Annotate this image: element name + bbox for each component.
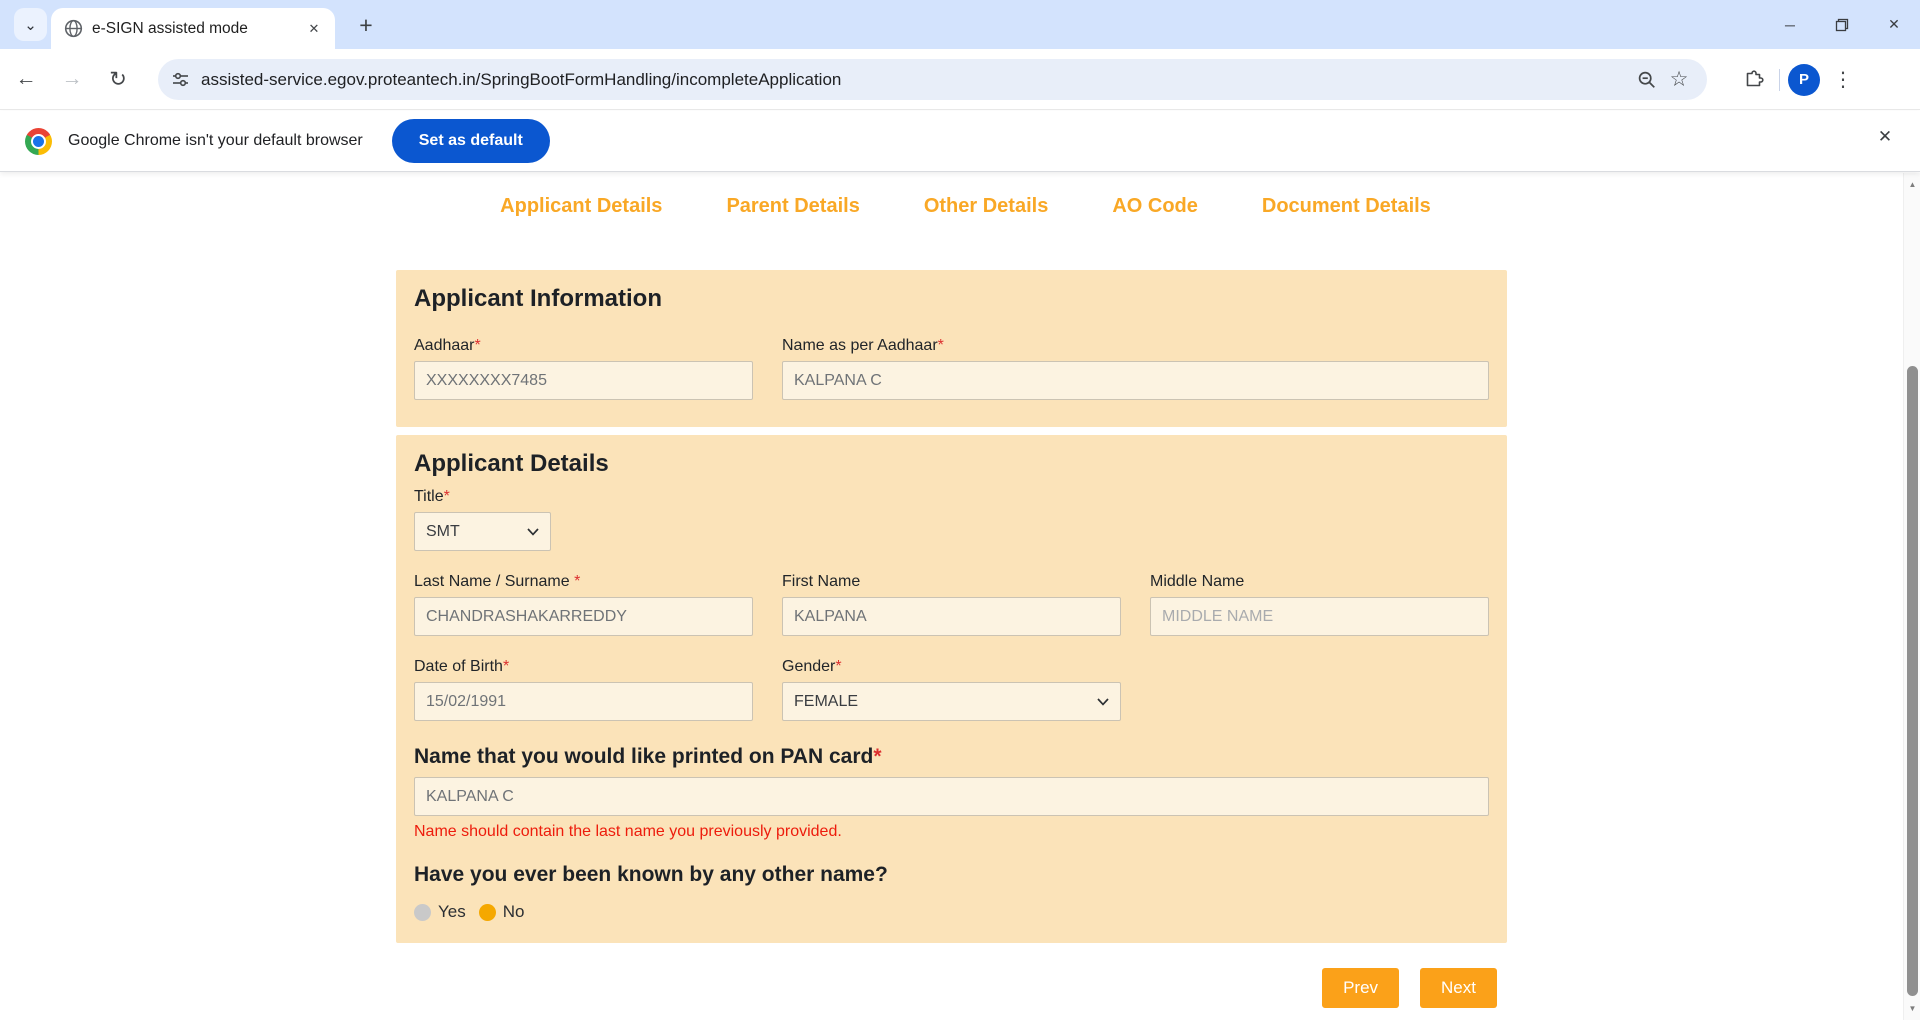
last-name-field-group: Last Name / Surname *: [414, 573, 753, 636]
first-name-input[interactable]: [782, 597, 1121, 636]
set-as-default-button[interactable]: Set as default: [392, 119, 550, 163]
next-button[interactable]: Next: [1420, 968, 1497, 1008]
tab-close-icon[interactable]: ✕: [303, 18, 325, 40]
browser-tab[interactable]: e-SIGN assisted mode ✕: [51, 8, 335, 49]
required-asterisk: *: [938, 337, 944, 354]
pan-name-input[interactable]: [414, 777, 1489, 816]
required-asterisk: *: [503, 658, 509, 675]
zoom-icon[interactable]: [1631, 64, 1663, 96]
forward-icon[interactable]: →: [52, 59, 92, 99]
gender-label: Gender*: [782, 658, 1121, 676]
gender-field-group: Gender* FEMALE: [782, 658, 1121, 721]
dob-field-group: Date of Birth*: [414, 658, 753, 721]
prev-button[interactable]: Prev: [1322, 968, 1399, 1008]
last-name-label: Last Name / Surname *: [414, 573, 753, 591]
toolbar-right: P ⋮: [1737, 59, 1858, 100]
page-content: Applicant Details Parent Details Other D…: [0, 173, 1903, 1020]
tab-document-details[interactable]: Document Details: [1262, 195, 1431, 218]
window-close-icon[interactable]: ✕: [1868, 0, 1920, 49]
chevron-down-icon: [527, 523, 539, 541]
title-select-value: SMT: [426, 523, 460, 541]
tab-title: e-SIGN assisted mode: [92, 20, 303, 38]
radio-no-label: No: [503, 902, 525, 922]
required-asterisk: *: [873, 745, 881, 768]
required-asterisk: *: [444, 488, 450, 505]
applicant-details-heading: Applicant Details: [414, 450, 1489, 478]
last-name-input[interactable]: [414, 597, 753, 636]
required-asterisk: *: [835, 658, 841, 675]
scroll-up-icon[interactable]: ▲: [1904, 176, 1920, 193]
aadhaar-label: Aadhaar*: [414, 337, 753, 355]
applicant-information-card: Applicant Information Aadhaar* Name as p…: [396, 270, 1507, 427]
dob-label: Date of Birth*: [414, 658, 753, 676]
extensions-icon[interactable]: [1737, 63, 1771, 97]
dob-input[interactable]: [414, 682, 753, 721]
other-name-question: Have you ever been known by any other na…: [414, 863, 1489, 887]
browser-toolbar: ← → ↻ assisted-service.egov.proteantech.…: [0, 49, 1920, 110]
aadhaar-name-field-group: Name as per Aadhaar*: [782, 337, 1489, 400]
site-settings-icon[interactable]: [172, 71, 189, 88]
bookmark-star-icon[interactable]: ☆: [1663, 64, 1695, 96]
globe-icon: [64, 19, 83, 38]
profile-avatar[interactable]: P: [1788, 64, 1820, 96]
gender-select-value: FEMALE: [794, 693, 858, 711]
reload-icon[interactable]: ↻: [98, 59, 138, 99]
tab-parent-details[interactable]: Parent Details: [726, 195, 859, 218]
pan-name-heading: Name that you would like printed on PAN …: [414, 745, 1489, 769]
applicant-information-heading: Applicant Information: [414, 285, 1489, 313]
form-step-tabs: Applicant Details Parent Details Other D…: [28, 195, 1903, 218]
tab-other-details[interactable]: Other Details: [924, 195, 1048, 218]
chevron-down-icon: ⌄: [24, 16, 37, 34]
aadhaar-field-group: Aadhaar*: [414, 337, 753, 400]
default-browser-infobar: Google Chrome isn't your default browser…: [0, 111, 1920, 172]
title-label: Title*: [414, 488, 1489, 506]
tab-strip: ⌄ e-SIGN assisted mode ✕ + ─ ✕: [0, 0, 1920, 49]
middle-name-field-group: Middle Name: [1150, 573, 1489, 636]
middle-name-input[interactable]: [1150, 597, 1489, 636]
minimize-icon[interactable]: ─: [1764, 0, 1816, 49]
chevron-down-icon: [1097, 693, 1109, 711]
pan-name-error: Name should contain the last name you pr…: [414, 823, 1489, 841]
aadhaar-name-input[interactable]: [782, 361, 1489, 400]
menu-dots-icon[interactable]: ⋮: [1828, 63, 1858, 97]
applicant-details-card: Applicant Details Title* SMT Last Name /…: [396, 435, 1507, 943]
infobar-close-icon[interactable]: ✕: [1868, 120, 1902, 154]
form-actions: Prev Next: [396, 968, 1507, 1008]
infobar-message: Google Chrome isn't your default browser: [68, 132, 363, 150]
radio-yes-label: Yes: [438, 902, 466, 922]
first-name-field-group: First Name: [782, 573, 1121, 636]
chrome-logo-icon: [25, 128, 52, 155]
required-asterisk: *: [570, 573, 581, 590]
window-controls: ─ ✕: [1764, 0, 1920, 49]
scroll-down-icon[interactable]: ▼: [1904, 1000, 1920, 1017]
tab-search-button[interactable]: ⌄: [14, 8, 47, 41]
first-name-label: First Name: [782, 573, 1121, 591]
tab-ao-code[interactable]: AO Code: [1112, 195, 1198, 218]
new-tab-button[interactable]: +: [352, 11, 380, 39]
middle-name-label: Middle Name: [1150, 573, 1489, 591]
radio-no[interactable]: [479, 904, 496, 921]
toolbar-separator: [1779, 69, 1780, 91]
radio-yes[interactable]: [414, 904, 431, 921]
page-scrollbar[interactable]: ▲ ▼: [1903, 173, 1920, 1020]
title-select[interactable]: SMT: [414, 512, 551, 551]
other-name-radio-group: Yes No: [414, 902, 1489, 922]
restore-icon[interactable]: [1816, 0, 1868, 49]
required-asterisk: *: [475, 337, 481, 354]
scrollbar-thumb[interactable]: [1907, 366, 1918, 996]
tab-applicant-details[interactable]: Applicant Details: [500, 195, 662, 218]
aadhaar-input[interactable]: [414, 361, 753, 400]
url-text[interactable]: assisted-service.egov.proteantech.in/Spr…: [201, 70, 1631, 90]
aadhaar-name-label: Name as per Aadhaar*: [782, 337, 1489, 355]
back-icon[interactable]: ←: [6, 59, 46, 99]
gender-select[interactable]: FEMALE: [782, 682, 1121, 721]
address-bar[interactable]: assisted-service.egov.proteantech.in/Spr…: [158, 59, 1707, 100]
